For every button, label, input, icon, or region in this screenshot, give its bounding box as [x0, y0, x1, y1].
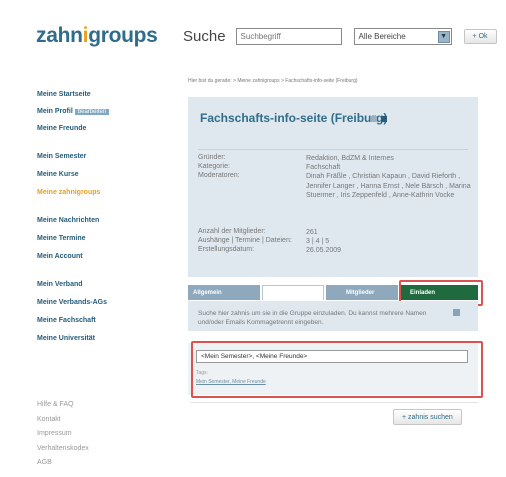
sidebar-nav: Meine Startseite Mein Profil bearbeiten M… [37, 90, 157, 344]
sidebar-item-freunde[interactable]: Meine Freunde [37, 124, 157, 134]
sidebar-item-label: Meine zahnigroups [37, 189, 101, 196]
sidebar-item-label: Mein Profil [37, 108, 73, 115]
moderators-value: Dinah Fräßle , Christian Kapaun , David … [306, 173, 471, 199]
created-label: Erstellungsdatum: [198, 246, 255, 253]
edit-profile-badge[interactable]: bearbeiten [74, 109, 110, 115]
moderators-label: Moderatoren: [198, 172, 240, 179]
info-icon[interactable] [381, 116, 387, 122]
sidebar-item-label: Meine Universität [37, 335, 95, 342]
sidebar-item-label: Mein Verband [37, 281, 83, 288]
invite-hint-panel: Suche hier zahnis um sie in die Gruppe e… [188, 301, 478, 331]
panel-divider [198, 149, 468, 150]
search-scope-select[interactable]: Alle Bereiche ▼ [353, 28, 452, 45]
sidebar-item-label: Meine Startseite [37, 91, 91, 98]
sidebar-item-verband[interactable]: Mein Verband [37, 280, 157, 290]
sidebar-item-profil[interactable]: Mein Profil bearbeiten [37, 107, 157, 117]
sidebar-item-label: Meine Nachrichten [37, 217, 100, 224]
sidebar-item-label: Meine Verbands-AGs [37, 299, 108, 306]
tab-allgemein[interactable]: Allgemein [188, 285, 260, 300]
search-users-button[interactable]: + zahnis suchen [393, 409, 462, 425]
sidebar-item-nachrichten[interactable]: Meine Nachrichten [37, 216, 157, 226]
created-value: 26.05.2009 [306, 247, 342, 254]
search-ok-button[interactable]: + Ok [463, 29, 497, 44]
sidebar-item-kurse[interactable]: Meine Kurse [37, 170, 157, 180]
sidebar-item-label: Meine Fachschaft [37, 317, 96, 324]
sidebar-item-label: Mein Semester [37, 153, 87, 160]
sidebar-item-zahnigroups[interactable]: Meine zahnigroups [37, 188, 157, 198]
postings-label: Aushänge | Termine | Dateien: [198, 237, 292, 244]
breadcrumb: Hier bist du gerade: > Meine zahnigroups… [188, 78, 358, 84]
search-bar: Suche Alle Bereiche ▼ + Ok [183, 28, 497, 45]
search-label: Suche [183, 28, 226, 45]
help-icon[interactable] [453, 309, 460, 316]
logo-part-1: zahn [36, 24, 83, 47]
footer-link-impressum[interactable]: Impressum [37, 427, 89, 442]
rss-icon[interactable] [371, 116, 377, 122]
category-label: Kategorie: [198, 163, 230, 170]
sidebar-item-verbands-ags[interactable]: Meine Verbands-AGs [37, 298, 157, 308]
search-scope-value: Alle Bereiche [358, 32, 406, 41]
sidebar-item-label: Mein Account [37, 253, 83, 260]
invite-area-highlight [191, 341, 483, 398]
tab-blank[interactable] [262, 285, 324, 300]
content-divider [190, 402, 478, 403]
sidebar-item-startseite[interactable]: Meine Startseite [37, 90, 157, 100]
footer-link-faq[interactable]: Hilfe & FAQ [37, 398, 89, 413]
sidebar-item-label: Meine Freunde [37, 125, 87, 132]
chevron-down-icon: ▼ [437, 30, 450, 43]
footer-link-verhaltenskodex[interactable]: Verhaltenskodex [37, 442, 89, 457]
sidebar-item-termine[interactable]: Meine Termine [37, 234, 157, 244]
logo-part-2: groups [88, 24, 158, 47]
sidebar-item-label: Meine Kurse [37, 171, 79, 178]
search-input[interactable] [235, 28, 342, 45]
invite-hint-text: Suche hier zahnis um sie in die Gruppe e… [198, 310, 427, 326]
sidebar-item-universitaet[interactable]: Meine Universität [37, 334, 157, 344]
group-info-panel: Fachschafts-info-seite (Freiburg) Gründe… [188, 97, 478, 277]
footer-link-agb[interactable]: AGB [37, 456, 89, 471]
members-count-label: Anzahl der Mitglieder: [198, 228, 266, 235]
sidebar-item-semester[interactable]: Mein Semester [37, 152, 157, 162]
sidebar-item-label: Meine Termine [37, 235, 86, 242]
tab-mitglieder[interactable]: Mitglieder [326, 285, 398, 300]
footer-link-kontakt[interactable]: Kontakt [37, 413, 89, 428]
page-title: Fachschafts-info-seite (Freiburg) [200, 111, 388, 125]
founder-label: Gründer: [198, 154, 226, 161]
zahnigroups-logo[interactable]: zahnigroups [36, 24, 158, 48]
footer-links: Hilfe & FAQ Kontakt Impressum Verhaltens… [37, 398, 89, 471]
sidebar-item-account[interactable]: Mein Account [37, 252, 157, 262]
sidebar-item-fachschaft[interactable]: Meine Fachschaft [37, 316, 157, 326]
